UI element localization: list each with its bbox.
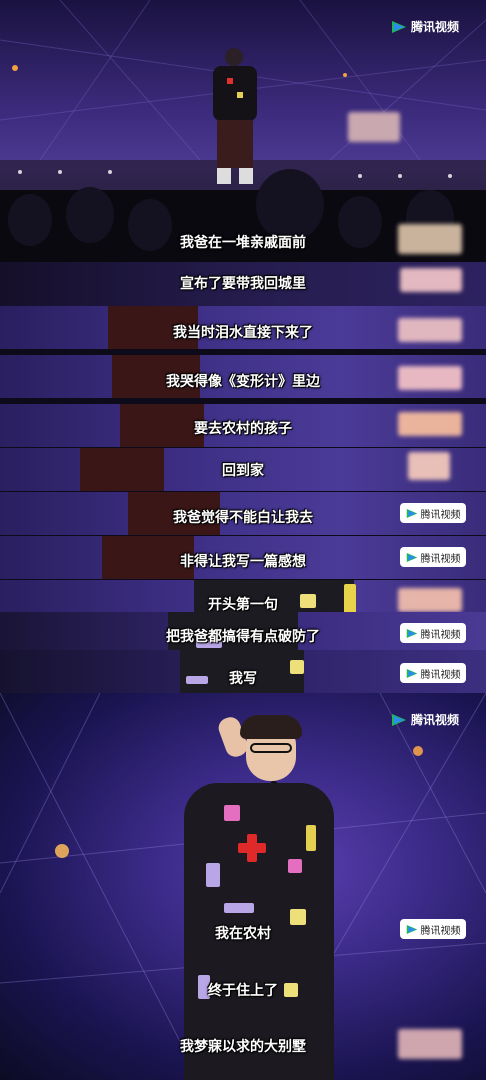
sweater-patch: [306, 825, 316, 851]
play-logo-icon: [406, 628, 417, 638]
subtitle-line: 终于住上了: [208, 983, 278, 999]
blurred-watermark: [398, 318, 462, 342]
brand-name: 腾讯视频: [411, 20, 460, 34]
brand-badge: 腾讯视频: [400, 503, 466, 523]
brand-badge: 腾讯视频: [400, 663, 466, 683]
blurred-watermark: [398, 366, 462, 390]
sweater-patch: [224, 805, 240, 821]
stage-frame-top: 腾讯视频 我爸在一堆亲戚面前: [0, 0, 486, 305]
badge-label: 腾讯视频: [420, 629, 461, 641]
brand-name: 腾讯视频: [411, 713, 460, 727]
performer: [184, 713, 334, 1080]
play-logo-icon: [406, 552, 417, 562]
badge-label: 腾讯视频: [420, 509, 461, 521]
play-logo-icon: [406, 508, 417, 518]
glasses-icon: [250, 743, 292, 753]
play-logo-icon: [392, 713, 406, 726]
performer-small: [205, 48, 265, 193]
blurred-watermark: [398, 588, 462, 612]
badge-label: 腾讯视频: [420, 669, 461, 681]
blurred-watermark: [408, 452, 450, 480]
sweater-patch: [224, 903, 254, 913]
blurred-watermark: [398, 224, 462, 254]
blurred-watermark: [398, 1029, 462, 1059]
sweater-patch: [288, 859, 302, 873]
brand-logo-bottom: 腾讯视频: [391, 711, 459, 728]
hair: [240, 715, 302, 739]
play-logo-icon: [392, 20, 406, 33]
sweater-patch: [247, 834, 257, 862]
brand-badge: 腾讯视频: [400, 547, 466, 567]
badge-label: 腾讯视频: [420, 553, 461, 565]
brand-badge: 腾讯视频: [400, 919, 466, 939]
blurred-watermark: [348, 112, 400, 142]
sweater-patch: [206, 863, 220, 887]
blurred-watermark: [400, 268, 462, 292]
brand-logo-top: 腾讯视频: [391, 18, 459, 35]
stage-frame-bottom: 腾讯视频 我在农村 腾讯视频 终于住上了 我梦寐以求的大别墅: [0, 693, 486, 1080]
blurred-watermark: [398, 412, 462, 436]
play-logo-icon: [406, 924, 417, 934]
play-logo-icon: [406, 668, 417, 678]
badge-label: 腾讯视频: [420, 925, 461, 937]
brand-badge: 腾讯视频: [400, 623, 466, 643]
